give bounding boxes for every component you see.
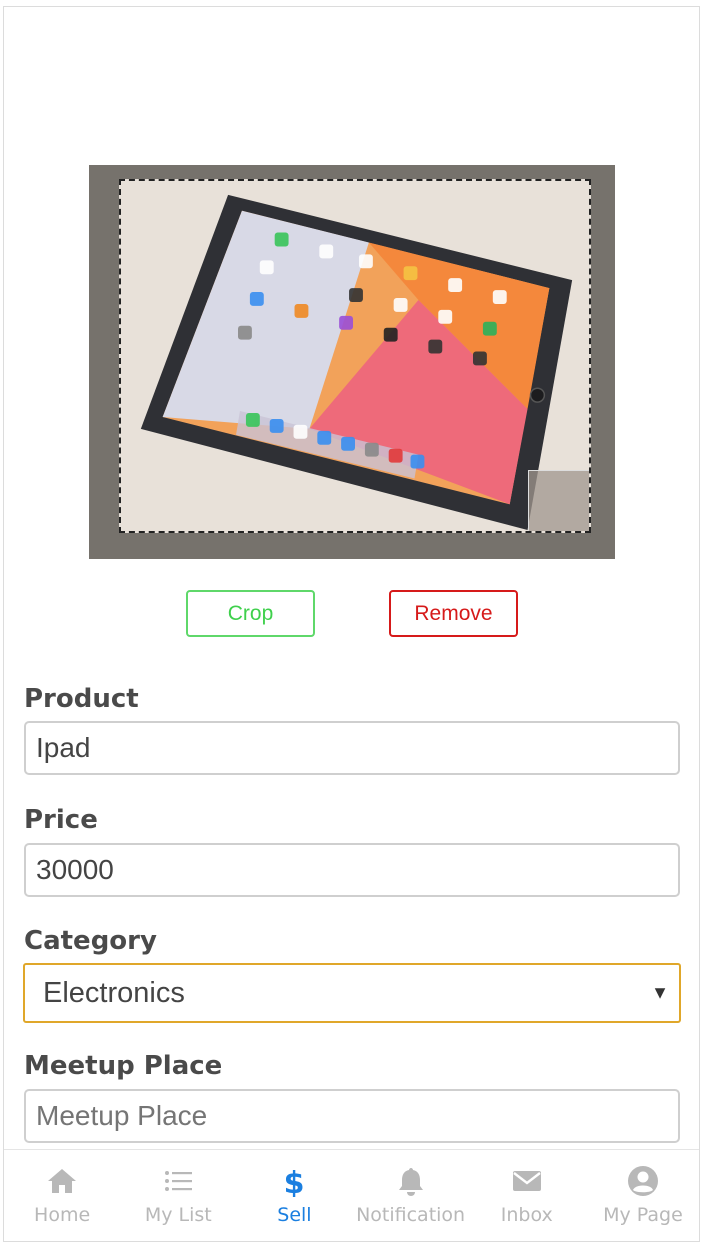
dollar-icon: $ (277, 1164, 311, 1198)
nav-notification-label: Notification (356, 1204, 466, 1226)
product-photo[interactable] (119, 179, 591, 533)
nav-my-page-label: My Page (603, 1204, 683, 1226)
category-label: Category (24, 926, 157, 956)
home-icon (45, 1164, 79, 1198)
nav-my-page[interactable]: My Page (585, 1150, 699, 1241)
nav-sell-label: Sell (277, 1204, 312, 1226)
product-label: Product (24, 684, 139, 714)
nav-sell[interactable]: $ Sell (236, 1150, 352, 1241)
sell-page: Crop Remove Product Ipad Price 30000 Cat… (3, 6, 700, 1242)
nav-home-label: Home (34, 1204, 91, 1226)
price-label: Price (24, 805, 98, 835)
ipad-photo-illustration (121, 181, 589, 531)
nav-notification[interactable]: Notification (353, 1150, 469, 1241)
category-select[interactable]: Electronics ▼ (23, 963, 681, 1023)
nav-inbox-label: Inbox (500, 1204, 553, 1226)
nav-home[interactable]: Home (4, 1150, 120, 1241)
svg-text:$: $ (284, 1166, 305, 1197)
nav-inbox[interactable]: Inbox (469, 1150, 585, 1241)
crop-resize-handle[interactable] (528, 470, 589, 531)
meetup-input[interactable]: Meetup Place (24, 1089, 680, 1143)
price-input[interactable]: 30000 (24, 843, 680, 897)
nav-my-list[interactable]: My List (120, 1150, 236, 1241)
bell-icon (394, 1164, 428, 1198)
category-selected-value: Electronics (43, 976, 185, 1009)
crop-button[interactable]: Crop (186, 590, 315, 637)
dropdown-arrow-icon: ▼ (651, 982, 669, 1003)
list-icon (161, 1164, 195, 1198)
bottom-nav: Home My List $ Sell Notification Inbox M… (4, 1149, 699, 1241)
mail-icon (510, 1164, 544, 1198)
product-input[interactable]: Ipad (24, 721, 680, 775)
user-icon (626, 1164, 660, 1198)
nav-my-list-label: My List (144, 1204, 212, 1226)
image-crop-editor[interactable] (89, 165, 615, 559)
meetup-label: Meetup Place (24, 1051, 223, 1081)
remove-button[interactable]: Remove (389, 590, 518, 637)
